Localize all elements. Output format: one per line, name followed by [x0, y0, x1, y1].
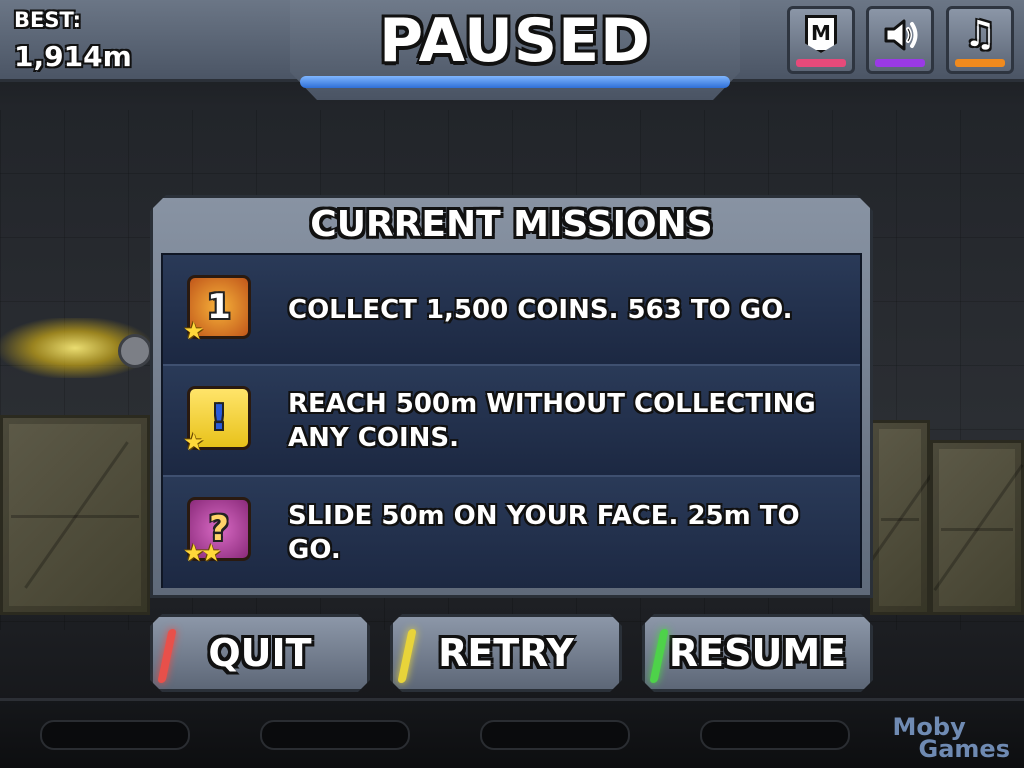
- m-badge-icon: M: [805, 15, 837, 53]
- zapper-node: [118, 334, 152, 368]
- sound-button-accent: [875, 59, 925, 67]
- floor-slot: [480, 720, 630, 750]
- floor-slot: [40, 720, 190, 750]
- missions-title: CURRENT MISSIONS: [310, 204, 713, 245]
- resume-accent-stripe: [649, 629, 668, 683]
- sound-button[interactable]: [866, 6, 934, 74]
- mission-item: ! ★ REACH 500m WITHOUT COLLECTING ANY CO…: [163, 366, 860, 477]
- quit-label: QUIT: [208, 631, 312, 675]
- crate: [0, 415, 150, 615]
- mission-item: 1 ★ COLLECT 1,500 COINS. 563 TO GO.: [163, 255, 860, 366]
- mission-text: SLIDE 50m ON YOUR FACE. 25m TO GO.: [288, 500, 800, 565]
- missions-button[interactable]: M: [787, 6, 855, 74]
- best-distance-value: 1,914m: [14, 40, 132, 73]
- floor: [0, 698, 1024, 768]
- star-rating: ★★: [183, 539, 219, 567]
- music-note-icon: ♫: [963, 14, 997, 55]
- floor-slot: [700, 720, 850, 750]
- mission-text: COLLECT 1,500 COINS. 563 TO GO.: [288, 294, 793, 325]
- retry-label: RETRY: [438, 631, 574, 675]
- mission-list: 1 ★ COLLECT 1,500 COINS. 563 TO GO. ! ★ …: [161, 253, 862, 588]
- missions-panel: CURRENT MISSIONS 1 ★ COLLECT 1,500 COINS…: [150, 195, 873, 598]
- missions-button-accent: [796, 59, 846, 67]
- floor-slot: [260, 720, 410, 750]
- quit-accent-stripe: [157, 629, 176, 683]
- speaker-icon: [880, 15, 920, 64]
- watermark-logo: Moby Games: [892, 713, 1010, 763]
- star-rating: ★: [183, 428, 201, 456]
- mission-text: REACH 500m WITHOUT COLLECTING ANY COINS.: [288, 388, 816, 453]
- title-glow-bar: [300, 76, 730, 88]
- star-rating: ★: [183, 317, 201, 345]
- crate: [870, 420, 930, 615]
- resume-label: RESUME: [668, 631, 847, 675]
- page-title: PAUSED: [379, 6, 651, 76]
- mission-item: ? ★★ SLIDE 50m ON YOUR FACE. 25m TO GO.: [163, 477, 860, 588]
- retry-accent-stripe: [397, 629, 416, 683]
- quit-button[interactable]: QUIT: [150, 614, 370, 692]
- best-distance-label: BEST:: [14, 8, 82, 32]
- music-button-accent: [955, 59, 1005, 67]
- resume-button[interactable]: RESUME: [642, 614, 873, 692]
- crate: [930, 440, 1024, 615]
- music-button[interactable]: ♫: [946, 6, 1014, 74]
- retry-button[interactable]: RETRY: [390, 614, 622, 692]
